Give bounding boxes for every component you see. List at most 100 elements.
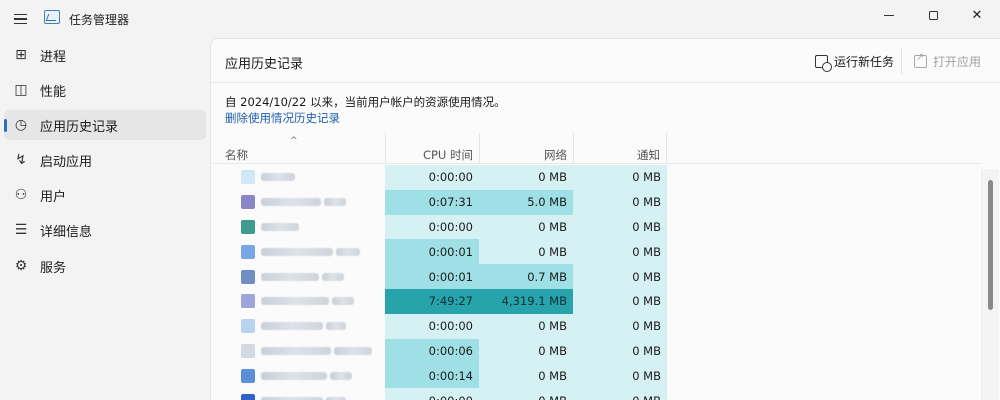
- table-row[interactable]: 0:00:14 0 MB 0 MB: [211, 363, 981, 389]
- vertical-scrollbar[interactable]: [981, 169, 999, 400]
- table-row[interactable]: 0:00:01 0.7 MB 0 MB: [211, 264, 981, 289]
- notifications-cell: 0 MB: [573, 289, 667, 314]
- cpu-time-cell: 0:00:00: [385, 388, 479, 400]
- scrollbar-thumb[interactable]: [988, 180, 993, 310]
- blurred-app-name: [261, 322, 323, 331]
- notifications-cell: 0 MB: [573, 165, 667, 190]
- services-icon: ⚙: [14, 258, 28, 274]
- column-header-name[interactable]: ^ 名称: [211, 133, 385, 164]
- blurred-app-name: [261, 222, 299, 231]
- table-row[interactable]: 0:00:06 0 MB 0 MB: [211, 338, 981, 364]
- notifications-cell: 0 MB: [573, 264, 667, 289]
- active-indicator: [4, 119, 7, 132]
- sidebar-item[interactable]: ↯ 启动应用: [4, 145, 206, 175]
- app-history-icon: ◷: [14, 117, 28, 133]
- app-icon: [241, 170, 255, 185]
- details-icon: ☰: [14, 222, 28, 238]
- open-app-button[interactable]: 打开应用: [914, 52, 981, 70]
- blurred-app-name: [261, 173, 295, 182]
- close-button[interactable]: ✕: [954, 0, 1000, 30]
- notifications-cell: 0 MB: [573, 338, 667, 364]
- close-icon: ✕: [971, 7, 983, 23]
- blurred-app-name: [334, 346, 372, 355]
- blurred-app-name: [336, 247, 360, 256]
- processes-icon: ⊞: [15, 47, 27, 63]
- table-row[interactable]: 0:00:000 MB0 MB: [211, 388, 981, 400]
- window-title: 任务管理器: [69, 13, 130, 27]
- sidebar-item-label: 性能: [40, 84, 67, 100]
- sidebar-item-label: 进程: [40, 49, 67, 65]
- app-name-cell: [211, 314, 385, 339]
- network-cell: 0 MB: [479, 388, 573, 400]
- notifications-cell: 0 MB: [573, 189, 667, 215]
- hamburger-menu-icon[interactable]: [8, 8, 32, 30]
- blurred-app-name: [261, 371, 327, 380]
- notifications-cell: 0 MB: [573, 363, 667, 389]
- app-name-cell: [211, 190, 385, 215]
- sidebar-item[interactable]: ◫ 性能: [4, 75, 206, 105]
- app-name-cell: [211, 339, 385, 364]
- sidebar-item[interactable]: ⊞ 进程: [4, 40, 206, 70]
- maximize-icon: [928, 10, 938, 20]
- panel-header: 应用历史记录 运行新任务 打开应用: [211, 39, 1000, 83]
- notifications-cell: 0 MB: [573, 239, 667, 265]
- app-icon: [241, 294, 255, 309]
- table-row[interactable]: 0:00:000 MB0 MB: [211, 313, 981, 339]
- network-cell: 0 MB: [479, 338, 573, 364]
- network-cell: 0 MB: [479, 363, 573, 389]
- app-name-cell: [211, 264, 385, 289]
- app-name-cell: [211, 239, 385, 264]
- table-row[interactable]: 0:00:000 MB0 MB: [211, 214, 981, 240]
- sidebar: ⊞ 进程 ◫ 性能 ◷ 应用历史记录 ↯ 启动应用 ⚇ 用户 ☰ 详细信息 ⚙ 服务: [0, 38, 210, 400]
- app-name-cell: [211, 165, 385, 190]
- delete-usage-history-link[interactable]: 删除使用情况历史记录: [225, 110, 340, 126]
- app-name-cell: [211, 363, 385, 388]
- network-cell: 0 MB: [479, 239, 573, 265]
- sidebar-item[interactable]: ⚇ 用户: [4, 180, 206, 210]
- column-header-notifications[interactable]: 通知: [573, 133, 667, 164]
- app-icon: [241, 244, 255, 259]
- cpu-time-cell: 0:00:06: [385, 338, 479, 364]
- table-row[interactable]: 7:49:27 4,319.1 MB 0 MB: [211, 289, 981, 314]
- blurred-app-name: [326, 396, 346, 400]
- blurred-app-name: [261, 396, 323, 400]
- sidebar-item[interactable]: ◷ 应用历史记录: [4, 110, 206, 140]
- column-header-cpu[interactable]: CPU 时间: [385, 133, 479, 164]
- table-row[interactable]: 0:07:31 5.0 MB 0 MB: [211, 189, 981, 215]
- cpu-time-cell: 7:49:27: [385, 289, 479, 314]
- cpu-time-cell: 0:00:01: [385, 239, 479, 265]
- sidebar-item-label: 应用历史记录: [40, 119, 119, 135]
- network-cell: 0 MB: [479, 313, 573, 339]
- column-header-network-label: 网络: [544, 148, 567, 162]
- blurred-app-name: [261, 198, 321, 207]
- run-new-task-button[interactable]: 运行新任务: [815, 52, 895, 72]
- column-header-cpu-label: CPU 时间: [422, 148, 473, 162]
- toolbar-divider: [901, 48, 902, 74]
- table-row[interactable]: 0:00:01 0 MB 0 MB: [211, 239, 981, 265]
- app-name-cell: [211, 388, 385, 400]
- blurred-app-name: [322, 272, 344, 281]
- app-icon: [241, 343, 255, 358]
- blurred-app-name: [326, 322, 346, 331]
- network-cell: 0 MB: [479, 165, 573, 190]
- table-row[interactable]: 0:00:000 MB0 MB: [211, 165, 981, 190]
- minimize-icon: [884, 14, 894, 16]
- blurred-app-name: [324, 198, 346, 207]
- column-header-network[interactable]: 网络: [479, 133, 573, 164]
- cpu-time-cell: 0:00:14: [385, 363, 479, 389]
- run-new-task-label: 运行新任务: [834, 54, 895, 69]
- app-icon: [241, 195, 255, 210]
- blurred-app-name: [261, 346, 331, 355]
- maximize-button[interactable]: [910, 0, 956, 30]
- cpu-time-cell: 0:00:00: [385, 214, 479, 240]
- cpu-time-cell: 0:07:31: [385, 189, 479, 215]
- task-manager-app-icon: [44, 10, 60, 24]
- app-icon: [241, 368, 255, 383]
- sidebar-item[interactable]: ☰ 详细信息: [4, 215, 206, 245]
- app-name-cell: [211, 289, 385, 314]
- sidebar-item[interactable]: ⚙ 服务: [4, 251, 206, 281]
- blurred-app-name: [261, 272, 319, 281]
- minimize-button[interactable]: [866, 0, 912, 30]
- app-icon: [241, 219, 255, 234]
- notifications-cell: 0 MB: [573, 313, 667, 339]
